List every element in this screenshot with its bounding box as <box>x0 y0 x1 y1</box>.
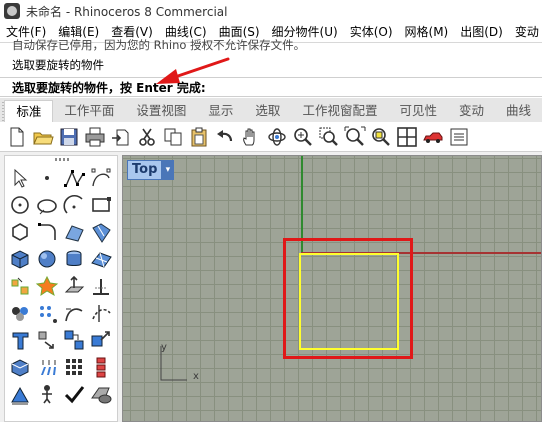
trim-icon[interactable] <box>89 301 114 326</box>
open-folder-icon[interactable] <box>32 126 54 148</box>
command-prompt-row[interactable]: 选取要旋转的物件，按 Enter 完成: <box>0 77 542 97</box>
viewport-title-tab[interactable]: Top ▾ <box>127 160 175 180</box>
sidebar-tool-grid <box>8 166 116 409</box>
copy-objects-icon[interactable] <box>62 328 87 353</box>
new-file-icon[interactable] <box>6 126 28 148</box>
ellipse-icon[interactable] <box>35 193 60 218</box>
command-area: 自动保存已停用，因为您的 Rhino 授权不允许保存文件。 选取要旋转的物件 选… <box>0 38 542 98</box>
tab-select[interactable]: 选取 <box>244 100 291 122</box>
zoom-dynamic-icon[interactable] <box>292 126 314 148</box>
menu-mesh[interactable]: 网格(M) <box>399 22 455 42</box>
loft-surface-icon[interactable] <box>89 220 114 245</box>
undo-icon[interactable] <box>214 126 236 148</box>
offset-icon[interactable] <box>89 274 114 299</box>
tab-strip-grip[interactable] <box>2 102 5 122</box>
menu-drafting[interactable]: 出图(D) <box>454 22 509 42</box>
properties-icon[interactable] <box>448 126 470 148</box>
tab-visibility[interactable]: 可见性 <box>388 100 448 122</box>
import-icon[interactable] <box>110 126 132 148</box>
layer-icon[interactable] <box>89 355 114 380</box>
tab-viewport-layout[interactable]: 工作视窗配置 <box>291 100 388 122</box>
curve-control-point-icon[interactable] <box>89 166 114 191</box>
lights-icon[interactable] <box>35 355 60 380</box>
check-icon[interactable] <box>62 382 87 407</box>
cylinder-solid-icon[interactable] <box>62 247 87 272</box>
menu-transform[interactable]: 变动 <box>509 22 542 42</box>
rhino-app-icon <box>4 3 20 19</box>
blend-curve-icon[interactable] <box>62 301 87 326</box>
viewport-name[interactable]: Top <box>127 160 163 180</box>
explode-icon[interactable] <box>8 274 33 299</box>
four-viewports-icon[interactable] <box>396 126 418 148</box>
zoom-window-icon[interactable] <box>318 126 340 148</box>
text-icon[interactable] <box>8 328 33 353</box>
sidebar-grip[interactable] <box>55 158 71 161</box>
rotate-view-icon[interactable] <box>266 126 288 148</box>
axis-widget-y-label: y <box>161 342 167 353</box>
copy-icon[interactable] <box>162 126 184 148</box>
rectangle-icon[interactable] <box>89 193 114 218</box>
left-toolbar <box>4 155 118 422</box>
extrude-icon[interactable] <box>62 274 87 299</box>
boolean-icon[interactable] <box>35 274 60 299</box>
shade-icon[interactable] <box>89 382 114 407</box>
axis-widget-x-label: x <box>193 371 199 382</box>
menu-solid[interactable]: 实体(O) <box>344 22 399 42</box>
grid-array-icon[interactable] <box>62 355 87 380</box>
polygon-icon[interactable] <box>8 220 33 245</box>
render-preview-icon[interactable] <box>8 355 33 380</box>
standard-toolbar <box>0 122 542 152</box>
sphere-solid-icon[interactable] <box>35 247 60 272</box>
scale-icon[interactable] <box>89 328 114 353</box>
circle-icon[interactable] <box>8 193 33 218</box>
pan-hand-icon[interactable] <box>240 126 262 148</box>
surface-from-points-icon[interactable] <box>62 220 87 245</box>
tab-standard[interactable]: 标准 <box>4 100 54 122</box>
point-icon[interactable] <box>35 166 60 191</box>
tab-set-view[interactable]: 设置视图 <box>125 100 197 122</box>
gumball-icon[interactable] <box>35 382 60 407</box>
car-render-icon[interactable] <box>422 126 444 148</box>
toolbar-tab-strip: 标准 工作平面 设置视图 显示 选取 工作视窗配置 可见性 变动 曲线 <box>0 98 542 122</box>
zoom-extents-icon[interactable] <box>344 126 366 148</box>
tab-display[interactable]: 显示 <box>197 100 244 122</box>
zoom-selected-icon[interactable] <box>370 126 392 148</box>
tab-cplanes[interactable]: 工作平面 <box>53 100 125 122</box>
annotation-arrow-icon <box>156 57 230 84</box>
box-solid-icon[interactable] <box>8 247 33 272</box>
polyline-icon[interactable] <box>62 166 87 191</box>
command-history-line: 自动保存已停用，因为您的 Rhino 授权不允许保存文件。 <box>12 38 306 52</box>
move-icon[interactable] <box>35 328 60 353</box>
select-arrow-icon[interactable] <box>8 166 33 191</box>
command-history-line: 选取要旋转的物件 <box>12 58 104 72</box>
print-icon[interactable] <box>84 126 106 148</box>
paste-icon[interactable] <box>188 126 210 148</box>
array-icon[interactable] <box>35 301 60 326</box>
save-icon[interactable] <box>58 126 80 148</box>
window-title: 未命名 - Rhinoceros 8 Commercial <box>26 4 228 19</box>
tab-transform[interactable]: 变动 <box>448 100 495 122</box>
cut-icon[interactable] <box>136 126 158 148</box>
fillet-curve-icon[interactable] <box>35 220 60 245</box>
dimension-icon[interactable] <box>8 382 33 407</box>
arc-icon[interactable] <box>62 193 87 218</box>
title-bar: 未命名 - Rhinoceros 8 Commercial <box>0 0 542 22</box>
chevron-down-icon[interactable]: ▾ <box>162 160 175 180</box>
mesh-plane-icon[interactable] <box>89 247 114 272</box>
tab-curve-tools[interactable]: 曲线 <box>495 100 542 122</box>
top-viewport[interactable]: Top ▾ y x <box>122 155 542 422</box>
highlight-box <box>283 238 413 359</box>
group-icon[interactable] <box>8 301 33 326</box>
